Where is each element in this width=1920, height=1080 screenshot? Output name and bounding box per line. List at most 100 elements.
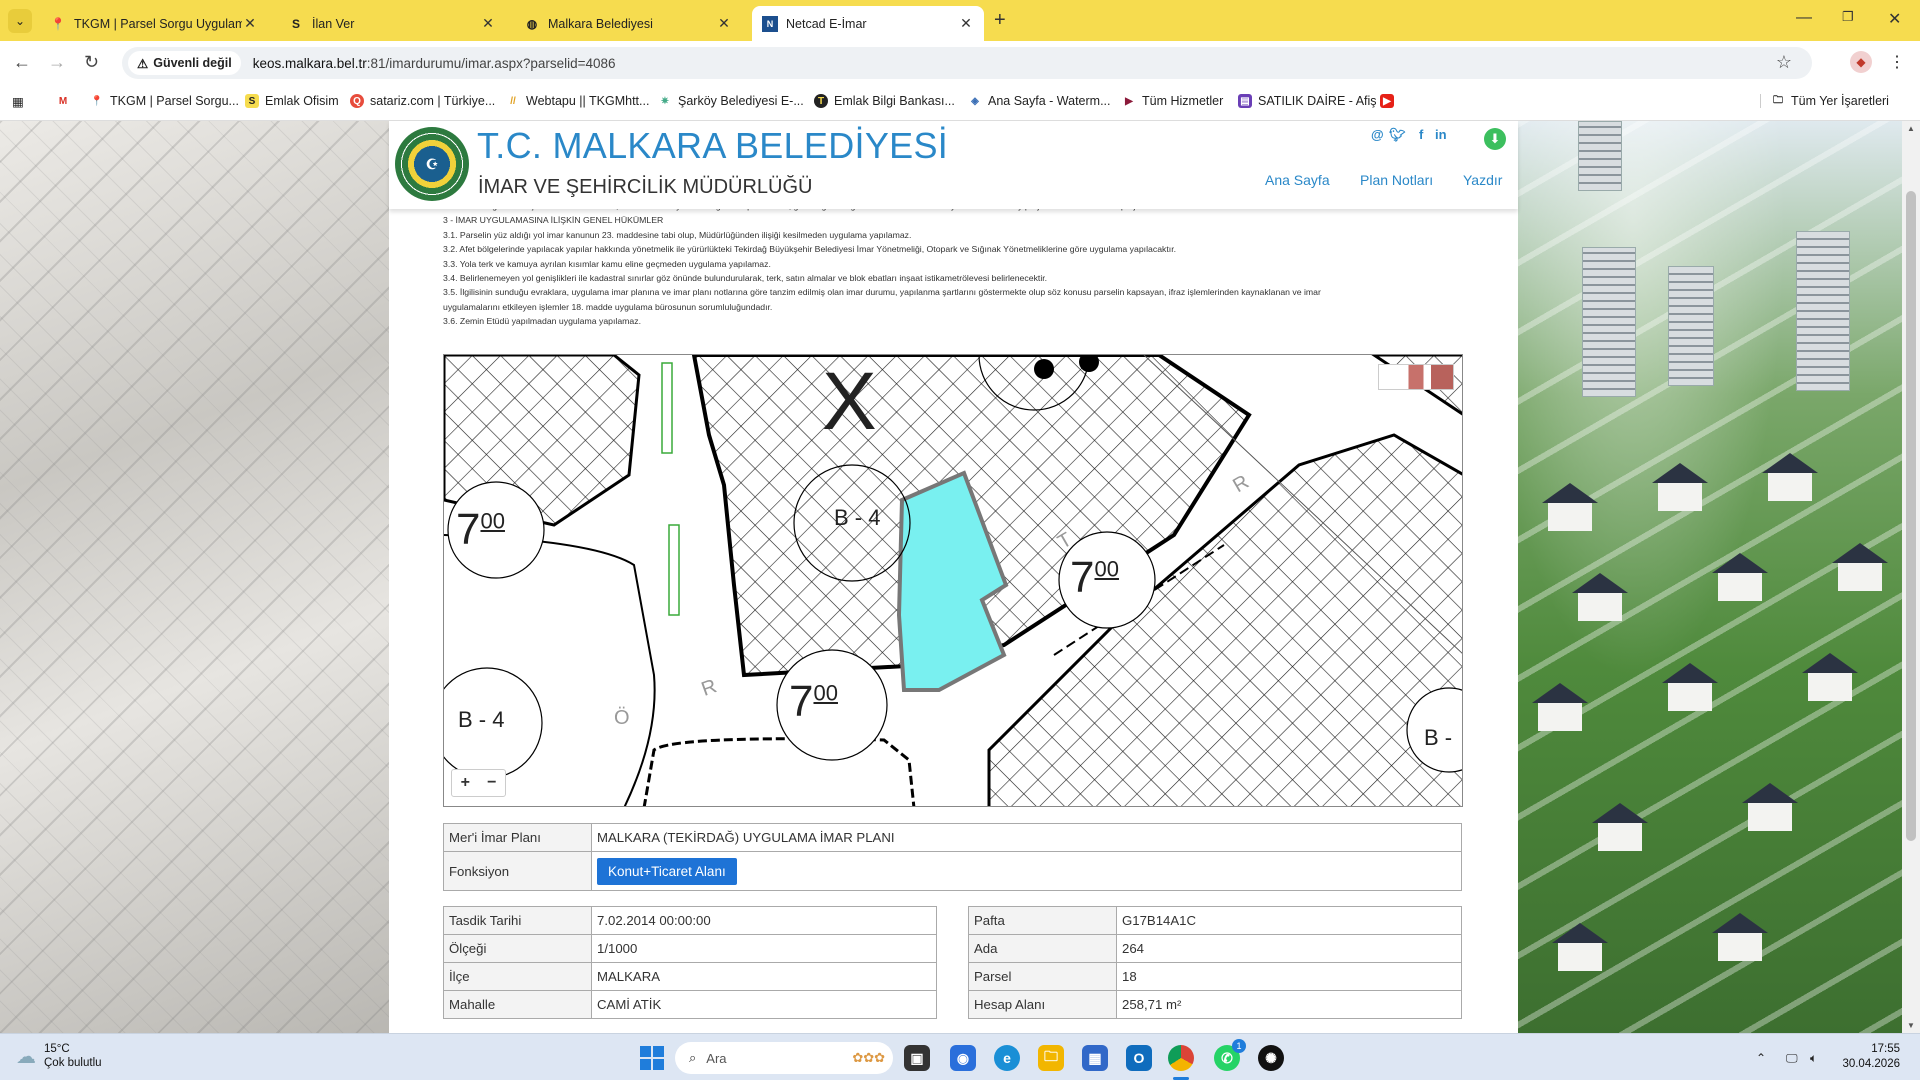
page-scrollbar[interactable]: ▲ ▼ (1902, 121, 1920, 1033)
bookmark-emlak-bilgi[interactable]: T Emlak Bilgi Bankası... (814, 94, 955, 108)
map-road-label: Ö (614, 707, 630, 729)
close-window-icon[interactable]: ✕ (1888, 9, 1901, 29)
apps-grid-icon[interactable]: ▦ (12, 94, 24, 109)
linkedin-icon[interactable]: in (1435, 127, 1447, 142)
volume-icon[interactable]: 🔈︎ (1810, 1051, 1817, 1066)
outlook-icon[interactable]: O (1126, 1045, 1152, 1071)
bookmark-gmail[interactable]: M (56, 94, 76, 108)
tab-search-icon[interactable]: ⌄ (8, 9, 32, 33)
function-label: Fonksiyon (443, 851, 592, 891)
map-height-label: 700 (1070, 553, 1119, 602)
background-city-image (1518, 121, 1902, 1033)
system-clock[interactable]: 17:55 30.04.2026 (1840, 1042, 1900, 1072)
close-icon[interactable]: ✕ (716, 15, 732, 32)
weather-widget[interactable]: ☁ 15°C Çok bulutlu (16, 1042, 102, 1070)
bookmark-star-icon[interactable]: ☆ (1776, 52, 1792, 73)
close-icon[interactable]: ✕ (958, 15, 974, 32)
cloud-icon: ☁ (16, 1045, 36, 1068)
plan-notes: mesafelerini gösterir inşaat istikamet r… (443, 199, 1473, 329)
close-icon[interactable]: ✕ (480, 15, 496, 32)
facebook-icon[interactable]: f (1419, 127, 1423, 142)
map-overview-thumbnail[interactable] (1378, 364, 1454, 390)
bookmark-tkgm[interactable]: 📍 TKGM | Parsel Sorgu... (90, 94, 239, 108)
table-row: Mahalle CAMİ ATİK (443, 990, 937, 1019)
toolbar: ← → ↻ ⚠ Güvenli değil keos.malkara.bel.t… (0, 41, 1920, 85)
edge-icon[interactable]: e (994, 1045, 1020, 1071)
zoom-in-button[interactable]: + (452, 770, 479, 796)
back-icon[interactable]: ← (13, 52, 31, 73)
chatgpt-icon[interactable]: ✺ (1258, 1045, 1284, 1071)
plan-value: MALKARA (TEKİRDAĞ) UYGULAMA İMAR PLANI (591, 823, 1462, 852)
map-b4-label: B - 4 (834, 505, 881, 530)
gmail-icon: M (58, 95, 68, 107)
url-text[interactable]: keos.malkara.bel.tr:81/imardurumu/imar.a… (253, 56, 616, 71)
restore-icon[interactable]: ❐ (1842, 9, 1854, 25)
search-icon: ⌕ (689, 1050, 697, 1065)
reload-icon[interactable]: ↻ (84, 52, 99, 73)
bookmark-satariz[interactable]: Qsatariz.com | Türkiye... (350, 94, 495, 108)
watermark-icon: ◈ (971, 95, 979, 107)
bookmark-watermark[interactable]: ◈ Ana Sayfa - Waterm... (968, 94, 1110, 108)
satariz-icon: Q (350, 94, 364, 108)
bookmark-afis[interactable]: ▤ SATILIK DAİRE - Afiş (1238, 94, 1377, 108)
store-icon[interactable]: ▦ (1082, 1045, 1108, 1071)
network-icon[interactable]: 🖵 (1786, 1051, 1798, 1066)
site-header: ☪ T.C. MALKARA BELEDİYESİ İMAR VE ŞEHİRC… (389, 121, 1518, 209)
twitter-icon[interactable]: 🐦︎ (1389, 127, 1406, 143)
scroll-up-icon[interactable]: ▲ (1907, 124, 1915, 133)
bookmark-sarkoy[interactable]: ✷ Şarköy Belediyesi E-... (658, 94, 804, 108)
tab-malkara[interactable]: ◍ Malkara Belediyesi ✕ (514, 6, 742, 41)
page-title: T.C. MALKARA BELEDİYESİ (477, 125, 949, 166)
zoning-map[interactable]: X B - 4 B - 4 B - 700 700 700 R R Ö T + … (443, 354, 1463, 807)
page-subtitle: İMAR VE ŞEHİRCİLİK MÜDÜRLÜĞÜ (478, 176, 813, 198)
security-chip[interactable]: ⚠ Güvenli değil (128, 51, 241, 75)
nav-ana-sayfa[interactable]: Ana Sayfa (1265, 172, 1330, 188)
background-architecture-image (0, 121, 389, 1033)
globe-icon: ◍ (526, 16, 538, 31)
nav-yazdir[interactable]: Yazdır (1463, 172, 1502, 188)
tab-tkgm[interactable]: 📍 TKGM | Parsel Sorgu Uygulama ✕ (40, 6, 268, 41)
warning-icon: ⚠ (137, 56, 149, 71)
new-tab-button[interactable]: + (994, 9, 1006, 32)
scrollbar-thumb[interactable] (1906, 191, 1916, 841)
plan-info-table: Mer'i İmar Planı MALKARA (TEKİRDAĞ) UYGU… (443, 823, 1462, 891)
menu-dots-icon[interactable]: ⋮ (1886, 51, 1908, 73)
bookmark-hizmetler[interactable]: ▶ Tüm Hizmetler (1122, 94, 1223, 108)
emlak-t-icon: T (814, 94, 828, 108)
bookmarks-bar: ▦ M 📍 TKGM | Parsel Sorgu... S Emlak Ofisi… (0, 85, 1920, 121)
map-zoom-control: + − (451, 769, 506, 797)
note-line: 3.4. Belirlenemeyen yol genişlikleri ile… (443, 273, 1048, 284)
bookmark-emlak-ofisim[interactable]: S Emlak Ofisim (245, 94, 339, 108)
download-icon[interactable]: ⬇ (1484, 128, 1506, 150)
forward-icon[interactable]: → (48, 52, 66, 73)
tab-ilan-ver[interactable]: S İlan Ver ✕ (278, 6, 506, 41)
netcad-icon: N (762, 15, 778, 32)
bookmark-webtapu[interactable]: //Webtapu || TKGMhtt... (506, 94, 649, 108)
task-view-icon[interactable]: ▣ (904, 1045, 930, 1071)
extension-icon[interactable]: ◆ (1850, 51, 1872, 73)
widgets-icon[interactable]: ◉ (950, 1045, 976, 1071)
all-bookmarks[interactable]: 🗀 Tüm Yer İşaretleri (1760, 94, 1889, 108)
close-icon[interactable]: ✕ (242, 15, 258, 32)
bookmark-youtube[interactable]: ▶ (1380, 94, 1400, 108)
map-b4-label: B - 4 (458, 707, 505, 732)
start-button[interactable] (640, 1046, 664, 1070)
chrome-icon[interactable] (1168, 1045, 1194, 1071)
function-badge[interactable]: Konut+Ticaret Alanı (597, 857, 737, 885)
nav-plan-notlari[interactable]: Plan Notları (1360, 172, 1433, 188)
tab-netcad[interactable]: N Netcad E-İmar ✕ (752, 6, 984, 41)
file-explorer-icon[interactable]: 🗀 (1038, 1045, 1064, 1071)
main-content: mesafelerini gösterir inşaat istikamet r… (389, 121, 1518, 1033)
table-row: İlçe MALKARA (443, 962, 937, 991)
minimize-icon[interactable]: — (1796, 9, 1812, 27)
taskbar-search[interactable]: ⌕ Ara ✿✿✿ (675, 1042, 893, 1074)
address-bar[interactable]: ⚠ Güvenli değil keos.malkara.bel.tr:81/i… (122, 47, 1812, 79)
sarkoy-icon: ✷ (660, 95, 670, 107)
zoom-out-button[interactable]: − (479, 770, 506, 796)
scroll-down-icon[interactable]: ▼ (1907, 1021, 1915, 1030)
tray-chevron-icon[interactable]: ⌃ (1756, 1051, 1766, 1065)
email-icon[interactable]: @ (1371, 127, 1384, 142)
map-pin-icon: 📍 (90, 95, 104, 107)
table-row: Tasdik Tarihi 7.02.2014 00:00:00 (443, 906, 937, 935)
folder-icon: 🗀 (1773, 94, 1783, 106)
